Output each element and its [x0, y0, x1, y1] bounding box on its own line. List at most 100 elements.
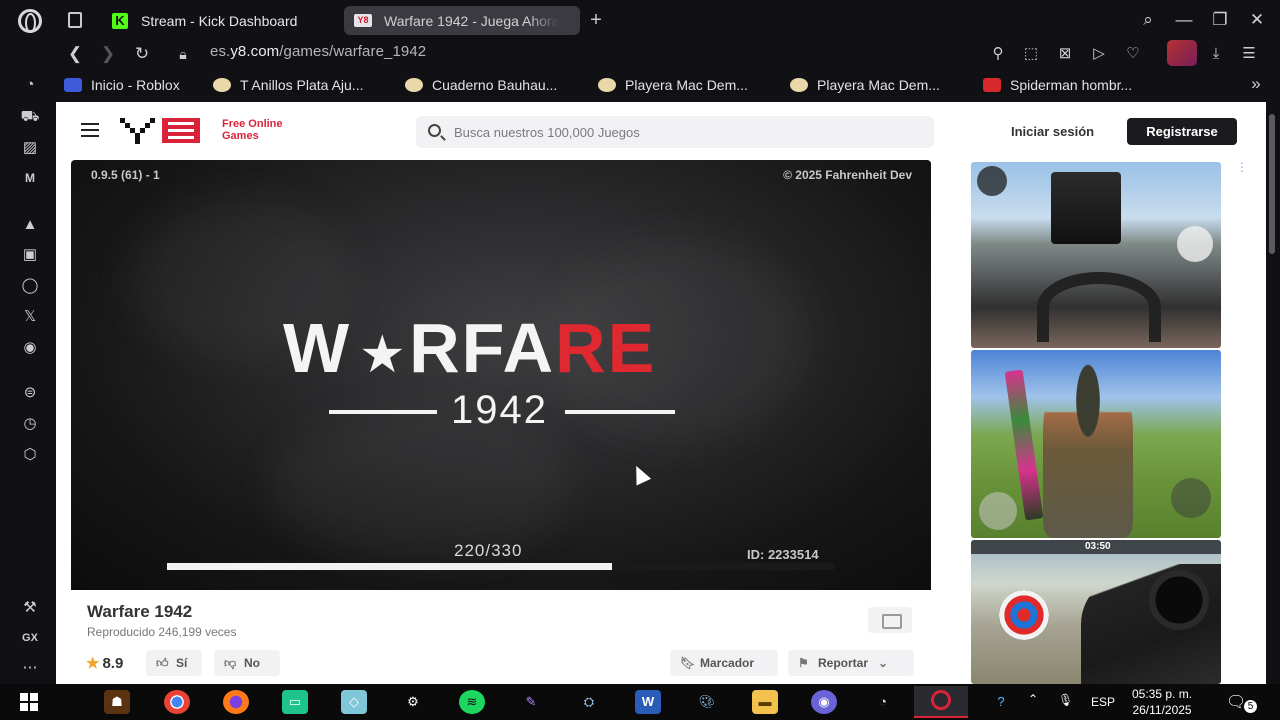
kick-icon: K — [112, 12, 128, 29]
music-icon[interactable]: M — [18, 167, 42, 189]
bookmark-item[interactable]: Cuaderno Bauhau... — [405, 76, 557, 94]
paint-icon[interactable]: 🎨︎ — [694, 690, 720, 714]
discord-icon[interactable]: ◉ — [18, 337, 42, 359]
bookmark-item[interactable]: T Anillos Plata Aju... — [213, 76, 363, 94]
twitch-icon[interactable]: ▣ — [18, 244, 42, 266]
windows-start-icon[interactable] — [20, 693, 38, 711]
product-icon — [598, 78, 616, 92]
profile-avatar[interactable] — [1167, 40, 1197, 66]
more-icon[interactable]: ⋯ — [18, 657, 42, 679]
bookmark-item[interactable]: Playera Mac Dem... — [598, 76, 748, 94]
discord-taskbar-icon[interactable]: ◉ — [811, 690, 837, 714]
notifications-icon[interactable]: 🗨︎ — [1226, 692, 1246, 712]
back-button[interactable]: ❮ — [63, 42, 87, 66]
new-tab-button[interactable]: + — [586, 9, 606, 31]
game-canvas[interactable]: 0.9.5 (61) - 1 © 2025 Fahrenheit Dev W RF… — [71, 160, 931, 590]
fnaf-app-icon[interactable]: ☗ — [104, 690, 130, 714]
help-icon[interactable]: ? — [988, 690, 1014, 714]
chrome-icon[interactable] — [164, 690, 190, 714]
thumbs-up-icon: 👍︎ — [156, 656, 169, 670]
more-bookmarks-icon[interactable]: » — [1244, 72, 1268, 96]
game-thumbnail[interactable] — [971, 350, 1221, 538]
game-thumbnail[interactable]: 03:50 — [971, 540, 1221, 684]
search-input[interactable] — [454, 116, 924, 148]
tray-overflow-icon[interactable]: ⌃ — [1028, 692, 1038, 706]
tab-label: Warfare 1942 - Juega Ahora — [384, 12, 560, 29]
twitch-panel-icon[interactable]: ▨ — [18, 137, 42, 159]
snapshot-icon[interactable]: ⬚ — [1019, 42, 1043, 66]
adblock-icon[interactable]: ⊠ — [1053, 42, 1077, 66]
language-indicator[interactable]: ESP — [1091, 695, 1115, 709]
dislike-button[interactable]: 👎︎ No — [214, 650, 280, 676]
gx-corner-icon[interactable]: ▲ — [18, 214, 42, 236]
tab-label: Stream - Kick Dashboard — [141, 12, 298, 29]
minimize-button[interactable]: — — [1171, 8, 1197, 32]
file-explorer-icon[interactable]: ▬ — [752, 690, 778, 714]
bookmark-item[interactable]: Inicio - Roblox — [64, 76, 180, 94]
loading-progress-text: 220/330 — [454, 541, 523, 560]
scrollbar-thumb[interactable] — [1269, 114, 1275, 254]
product-icon — [405, 78, 423, 92]
notes-app-icon[interactable]: ◇ — [341, 690, 367, 714]
thumbs-down-icon: 👎︎ — [224, 656, 237, 670]
microphone-icon[interactable]: 🎙︎ — [1058, 693, 1073, 707]
feather-app-icon[interactable]: ✎ — [518, 690, 544, 714]
login-link[interactable]: Iniciar sesión — [1011, 124, 1094, 139]
heart-icon[interactable]: ♡ — [1121, 42, 1145, 66]
bookmark-item[interactable]: Playera Mac Dem... — [790, 76, 940, 94]
steam-icon[interactable]: ⛭ — [576, 690, 602, 714]
speed-dial-icon[interactable]: ◔ — [18, 74, 42, 96]
firefox-icon[interactable] — [223, 690, 249, 714]
maximize-button[interactable]: ❐ — [1207, 8, 1233, 32]
gaming-app-icon[interactable]: ▭ — [282, 690, 308, 714]
opera-menu-icon[interactable] — [18, 9, 42, 33]
ad-options-icon[interactable]: ⋮ — [1236, 160, 1248, 174]
x-twitter-icon[interactable]: 𝕏 — [18, 306, 42, 328]
gx-icon[interactable]: GX — [18, 627, 42, 649]
url-field[interactable]: es.y8.com/games/warfare_1942 — [210, 43, 426, 60]
bookmark-button[interactable]: 🔖︎ Marcador — [670, 650, 778, 676]
forward-button[interactable]: ❯ — [96, 42, 120, 66]
word-icon[interactable]: W — [635, 690, 661, 714]
whatsapp-icon[interactable]: ◯ — [18, 275, 42, 297]
shopping-icon[interactable]: ⛟ — [18, 106, 42, 128]
fullscreen-button[interactable] — [868, 607, 912, 633]
rating-star-icon: ★ — [86, 655, 100, 672]
gx-control-icon[interactable]: ⚒ — [18, 597, 42, 619]
history-icon[interactable]: ◷ — [18, 413, 42, 435]
search-tabs-icon[interactable]: ⌕ — [1135, 8, 1161, 32]
menu-icon[interactable] — [81, 123, 99, 137]
opera-gx-taskbar-icon[interactable] — [914, 686, 968, 718]
tab-warfare-1942[interactable]: Y8 Warfare 1942 - Juega Ahora — [344, 6, 580, 35]
settings-icon[interactable]: ⚙ — [400, 690, 426, 714]
report-button[interactable]: ⚑ Reportar ⌄ — [788, 650, 914, 676]
windows-taskbar: ☗ ▭ ◇ ⚙ ≋ ✎ ⛭ W 🎨︎ ▬ ◉ ◔ ? ⌃ 🎙︎ ESP 🗨︎ 5 — [0, 684, 1280, 720]
tab-kick-dashboard[interactable]: K Stream - Kick Dashboard — [104, 6, 336, 35]
reload-button[interactable]: ↻ — [130, 42, 154, 66]
messenger-icon[interactable]: ⊜ — [18, 382, 42, 404]
game-thumbnail[interactable] — [971, 162, 1221, 348]
tabs-overview-icon[interactable] — [68, 12, 82, 28]
bookmarks-bar: Inicio - Roblox T Anillos Plata Aju... C… — [0, 68, 1280, 102]
web-page: Free Online Games Iniciar sesión Registr… — [56, 102, 1266, 684]
register-button[interactable]: Registrarse — [1127, 118, 1237, 145]
easy-setup-icon[interactable]: ☰ — [1237, 42, 1261, 66]
steering-wheel-image — [1037, 272, 1161, 342]
game-id: ID: 2233514 — [747, 547, 819, 562]
close-button[interactable]: ✕ — [1244, 8, 1270, 32]
game-rating: ★ 8.9 — [86, 655, 124, 672]
soldier-image — [1043, 362, 1133, 538]
download-icon[interactable]: ⤓ — [1204, 42, 1228, 66]
spotify-icon[interactable]: ≋ — [459, 690, 485, 714]
pin-icon[interactable]: ⚲ — [986, 42, 1010, 66]
speedtest-icon[interactable]: ◔ — [870, 690, 896, 714]
like-button[interactable]: 👍︎ Sí — [146, 650, 202, 676]
scope-image — [1149, 570, 1209, 630]
taskbar-clock[interactable]: 05:35 p. m. 26/11/2025 — [1132, 686, 1192, 718]
player-icon[interactable]: ▷ — [1087, 42, 1111, 66]
search-box[interactable] — [416, 116, 934, 148]
bookmark-item[interactable]: Spiderman hombr... — [983, 76, 1132, 94]
lock-icon[interactable]: 🔒︎ — [171, 42, 195, 66]
extensions-icon[interactable]: ⬡ — [18, 444, 42, 466]
y8-logo[interactable] — [118, 116, 204, 146]
